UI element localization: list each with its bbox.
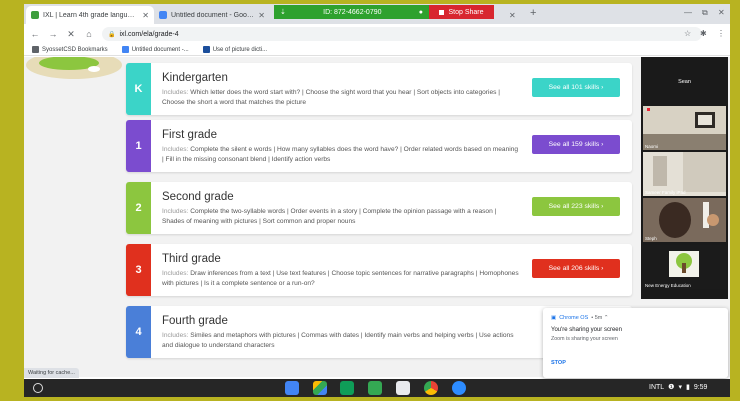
chromeos-shelf: INTL ❶ ▾ ▮ 9:59 xyxy=(24,379,730,397)
chromebook-screen: IXL | Learn 4th grade language ✕ Untitle… xyxy=(24,4,730,397)
zoom-share-bar: ⇣ ID: 872-4662-0790 ● Stop Share xyxy=(274,5,494,19)
grade-card-first: 1 First grade Includes: Complete the sil… xyxy=(126,120,632,172)
sheets-app-icon[interactable] xyxy=(340,381,354,395)
skills-description: Includes: Which letter does the word sta… xyxy=(162,89,500,106)
grade-badge: 3 xyxy=(126,244,151,296)
zoom-meeting-bar[interactable]: ⇣ ID: 872-4662-0790 ● xyxy=(274,5,429,19)
active-speaker-name: Sean xyxy=(678,79,691,85)
skills-description: Includes: Similes and metaphors with pic… xyxy=(162,332,514,349)
bookmarks-bar: SyossetCSD Bookmarks Untitled document -… xyxy=(24,44,730,56)
docs-icon xyxy=(121,46,129,53)
drive-app-icon[interactable] xyxy=(313,381,327,395)
see-all-skills-button[interactable]: See all 159 skills › xyxy=(532,135,620,154)
notification-subtitle: Zoom is sharing your screen xyxy=(551,336,618,342)
see-all-skills-button[interactable]: See all 223 skills › xyxy=(532,197,620,216)
forward-icon[interactable]: → xyxy=(46,29,60,39)
tab-third[interactable]: ✕ xyxy=(500,6,526,24)
back-icon[interactable]: ← xyxy=(28,29,42,39)
ixl-favicon-icon xyxy=(31,11,39,19)
tab-ixl[interactable]: IXL | Learn 4th grade language ✕ xyxy=(26,6,154,24)
menu-icon[interactable]: ⋮ xyxy=(717,29,725,38)
battery-icon: ▮ xyxy=(685,384,690,391)
system-tray[interactable]: INTL ❶ ▾ ▮ 9:59 xyxy=(649,383,707,392)
lock-icon: 🔒 xyxy=(108,31,116,38)
url-text: ixl.com/ela/grade-4 xyxy=(119,30,179,38)
grade-badge: K xyxy=(126,63,151,115)
grade-title[interactable]: Fourth grade xyxy=(162,315,228,327)
notification-badge-icon: ❶ xyxy=(668,384,675,391)
island-illustration xyxy=(26,57,122,79)
video-tile[interactable]: Steph xyxy=(643,198,726,242)
skills-description: Includes: Complete the two-syllable word… xyxy=(162,208,497,225)
skills-description: Includes: Draw inferences from a text | … xyxy=(162,270,519,287)
meeting-id: ID: 872-4662-0790 xyxy=(323,8,382,16)
stop-share-button[interactable]: Stop Share xyxy=(429,5,494,19)
classroom-app-icon[interactable] xyxy=(368,381,382,395)
zoom-app-icon[interactable] xyxy=(452,381,466,395)
grade-title[interactable]: Kindergarten xyxy=(162,72,228,84)
video-tile[interactable]: New Energy Education xyxy=(643,245,726,289)
home-icon[interactable]: ⌂ xyxy=(82,29,96,39)
window-close-icon[interactable]: ✕ xyxy=(718,8,725,17)
folder-icon xyxy=(32,46,39,53)
skills-description: Includes: Complete the silent e words | … xyxy=(162,146,519,163)
dictionary-icon xyxy=(202,46,210,53)
minimize-icon[interactable]: — xyxy=(684,8,692,17)
close-icon[interactable]: ✕ xyxy=(142,11,149,20)
wifi-icon: ▾ xyxy=(678,384,682,391)
notification-source: ▣ Chrome OS • 5m ⌃ xyxy=(551,315,609,321)
restore-icon[interactable]: ⧉ xyxy=(702,8,708,18)
stop-icon xyxy=(439,9,445,15)
grade-card-third: 3 Third grade Includes: Draw inferences … xyxy=(126,244,632,296)
grade-title[interactable]: Second grade xyxy=(162,191,234,203)
browser-toolbar: ← → ✕ ⌂ 🔒 ixl.com/ela/grade-4 ☆ ✱ ⋮ xyxy=(24,24,730,44)
address-bar[interactable]: 🔒 ixl.com/ela/grade-4 xyxy=(102,27,702,41)
launcher-icon[interactable] xyxy=(33,383,43,393)
zoom-arrow-icon: ⇣ xyxy=(280,9,286,16)
video-tile[interactable]: Naomi xyxy=(643,106,726,150)
see-all-skills-button[interactable]: See all 101 skills › xyxy=(532,78,620,97)
see-all-skills-button[interactable]: See all 206 skills › xyxy=(532,259,620,278)
close-icon[interactable]: ✕ xyxy=(509,11,516,20)
grade-badge: 1 xyxy=(126,120,151,172)
screen-share-notification: ▣ Chrome OS • 5m ⌃ You're sharing your s… xyxy=(543,308,728,378)
grade-title[interactable]: Third grade xyxy=(162,253,221,265)
video-tile[interactable]: Sameer Family iPad xyxy=(643,152,726,196)
close-icon[interactable]: ✕ xyxy=(258,11,265,20)
stop-sharing-button[interactable]: STOP xyxy=(551,360,566,366)
stop-loading-icon[interactable]: ✕ xyxy=(64,29,78,40)
star-icon[interactable]: ☆ xyxy=(684,29,691,38)
notification-title: You're sharing your screen xyxy=(551,327,622,333)
docs-app-icon[interactable] xyxy=(285,381,299,395)
grade-card-kindergarten: K Kindergarten Includes: Which letter do… xyxy=(126,63,632,115)
tab-google-doc[interactable]: Untitled document - Google Doc ✕ xyxy=(154,6,270,24)
cast-icon: ▣ xyxy=(551,315,557,321)
new-tab-icon[interactable]: + xyxy=(530,7,536,19)
extensions-icon[interactable]: ✱ xyxy=(700,29,707,38)
shield-icon: ● xyxy=(418,8,423,16)
bookmark-picture-dictionary[interactable]: Use of picture dicti... xyxy=(202,46,267,53)
grade-badge: 2 xyxy=(126,182,151,234)
docs-favicon-icon xyxy=(159,11,167,19)
chrome-app-icon[interactable] xyxy=(424,381,438,395)
zoom-video-panel: Sean Naomi Sameer Family iPad Steph New … xyxy=(641,57,728,299)
camera-app-icon[interactable] xyxy=(396,381,410,395)
grade-card-second: 2 Second grade Includes: Complete the tw… xyxy=(126,182,632,234)
grade-title[interactable]: First grade xyxy=(162,129,217,141)
bookmark-syosset[interactable]: SyossetCSD Bookmarks xyxy=(32,46,108,53)
grade-badge: 4 xyxy=(126,306,151,358)
status-bubble: Waiting for cache... xyxy=(24,368,79,378)
bookmark-untitled-doc[interactable]: Untitled document -... xyxy=(121,46,189,53)
